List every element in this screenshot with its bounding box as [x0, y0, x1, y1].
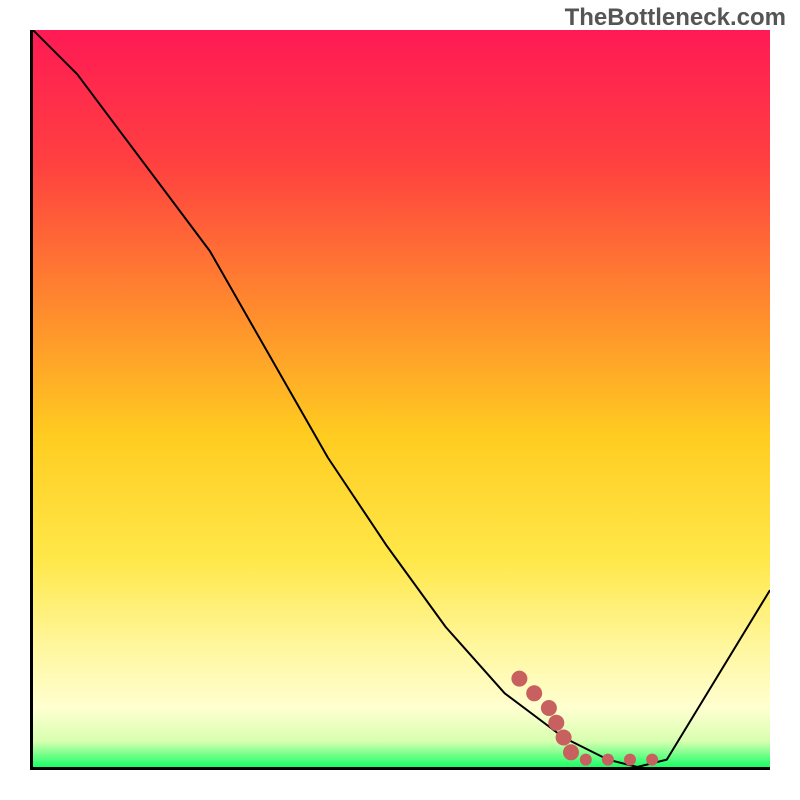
highlight-dot [548, 715, 564, 731]
highlight-dot [624, 754, 636, 766]
plot-area [33, 30, 770, 767]
highlight-dot [556, 730, 572, 746]
highlight-dot [563, 744, 579, 760]
highlight-dot [580, 754, 592, 766]
chart-container: TheBottleneck.com [0, 0, 800, 800]
highlight-dot [526, 685, 542, 701]
highlight-dot [511, 671, 527, 687]
highlight-dots [33, 30, 770, 767]
highlight-dot [541, 700, 557, 716]
highlight-dot [602, 754, 614, 766]
highlight-dot [646, 754, 658, 766]
watermark-text: TheBottleneck.com [565, 4, 786, 32]
